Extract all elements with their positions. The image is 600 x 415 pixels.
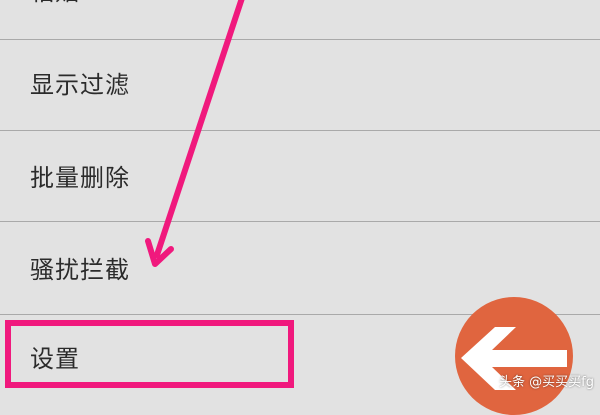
back-button[interactable]: [455, 297, 573, 415]
settings-highlight-box: [5, 320, 294, 388]
menu-item-label: 骚扰拦截: [30, 256, 130, 284]
menu-item-batch-delete[interactable]: 批量删除: [0, 131, 600, 221]
menu-item-display-filter[interactable]: 显示过滤: [0, 40, 600, 130]
watermark: 头条 @买买买fg: [499, 375, 594, 390]
menu-item-label: 批量删除: [30, 164, 130, 192]
menu-item-label: 显示过滤: [30, 71, 130, 99]
menu-item-label: 粘贴: [30, 0, 80, 4]
menu-item-paste[interactable]: 粘贴: [0, 0, 600, 38]
back-arrow-icon: [461, 327, 567, 390]
